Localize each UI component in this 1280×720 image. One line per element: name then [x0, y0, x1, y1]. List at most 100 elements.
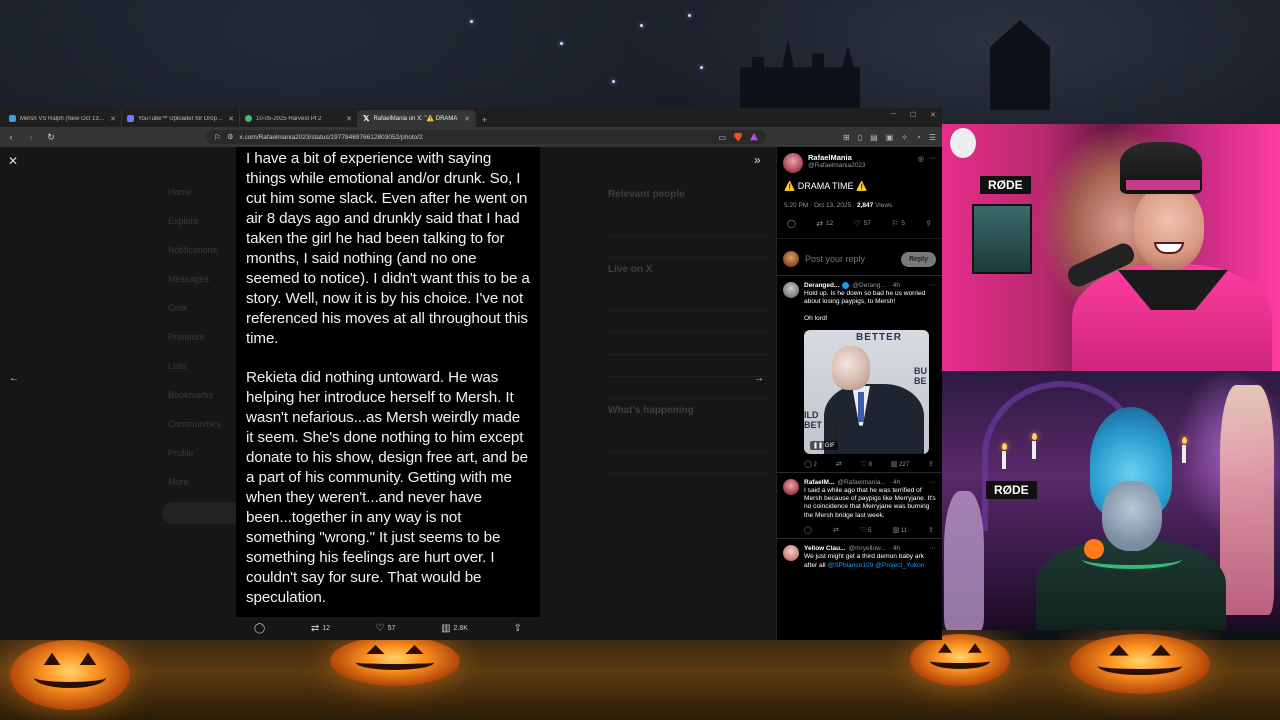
skeleton-figure — [1220, 385, 1274, 615]
share-button[interactable]: ⇪ — [925, 219, 932, 228]
tab-close-icon[interactable]: ✕ — [464, 115, 470, 123]
browser-window: Mersh VS Ralph (New Oct 13th) - Gi ✕ You… — [0, 108, 942, 640]
minimize-icon[interactable]: ─ — [891, 111, 896, 119]
site-settings-icon[interactable]: ⚙ — [227, 133, 233, 141]
more-icon[interactable]: ··· — [929, 545, 936, 552]
tab-mersh-vs-ralph[interactable]: Mersh VS Ralph (New Oct 13th) - Gi ✕ — [4, 110, 122, 127]
reload-icon[interactable]: ↻ — [46, 132, 56, 143]
tweet-timestamp[interactable]: 5:20 PM · Oct 13, 2025 · — [784, 202, 857, 209]
gif-pause-button[interactable]: ❚❚ GIF — [810, 440, 838, 450]
tab-close-icon[interactable]: ✕ — [110, 115, 116, 123]
reply-author-name[interactable]: RafaelM... — [804, 479, 834, 486]
reply-input[interactable]: Post your reply — [805, 254, 895, 264]
repost-button[interactable]: ⇄ 12 — [311, 623, 330, 634]
avatar[interactable] — [783, 545, 799, 562]
more-icon[interactable]: ··· — [929, 282, 936, 289]
maximize-icon[interactable]: ☐ — [910, 111, 916, 119]
share-button[interactable]: ⇪ — [928, 460, 934, 468]
ghost-nav-item: Grok — [168, 302, 188, 313]
back-icon[interactable]: ‹ — [6, 132, 16, 142]
extensions-icon[interactable]: ⊞ — [843, 133, 850, 142]
reply-author-handle[interactable]: @mryellow... — [849, 545, 886, 552]
leo-ai-icon[interactable]: ✧ — [901, 133, 908, 142]
tab-youtube-uploader[interactable]: YouTube™ Uploader for Dropbox, D ✕ — [122, 110, 240, 127]
close-window-icon[interactable]: ✕ — [930, 111, 936, 119]
reply-author-handle[interactable]: @Derang... — [852, 282, 885, 289]
tab-harvest[interactable]: 10-05-2025 Harvest Pt 2 ✕ — [240, 110, 358, 127]
repost-button[interactable]: ⇄ 12 — [816, 219, 833, 228]
views-icon: ▥ — [441, 622, 451, 634]
mention-links[interactable]: @SPblanco109 @Project_Yukon — [827, 562, 924, 569]
views-button[interactable]: ▥ 11 — [892, 526, 907, 534]
like-button[interactable]: ♡ 57 — [853, 219, 870, 228]
share-icon: ⇪ — [928, 527, 934, 535]
reply-time: · 4h — [888, 478, 901, 486]
tab-label: 10-05-2025 Harvest Pt 2 — [256, 115, 322, 122]
reply-author-handle[interactable]: @Rafaelmania... — [837, 479, 886, 486]
grok-icon[interactable]: ◎ — [918, 155, 924, 163]
reading-list-icon[interactable]: ▤ — [870, 133, 878, 142]
brave-rewards-icon[interactable] — [750, 133, 758, 141]
more-icon[interactable]: ··· — [929, 155, 936, 163]
candle-flame — [1032, 433, 1037, 440]
forward-icon[interactable]: › — [26, 132, 36, 142]
reply-gif[interactable]: BETTER BU BE ILD BET ❚❚ GIF — [804, 329, 929, 454]
reply-item[interactable]: Yellow Clau... @mryellow... · 4h ··· We … — [777, 539, 942, 574]
reply-item[interactable]: Deranged... @Derang... · 4h ··· Hold up.… — [777, 276, 942, 473]
like-button[interactable]: ♡ 8 — [861, 460, 872, 468]
more-icon[interactable]: ··· — [929, 479, 936, 486]
views-button[interactable]: ▥ 2.8K — [441, 623, 468, 634]
bookmark-icon[interactable]: ⚐ — [214, 133, 221, 142]
tab-rafaelmania-x[interactable]: 𝕏 RafaelMania on X: "⚠️ DRAMA ✕ — [358, 110, 476, 127]
sidebar-icon[interactable]: ▯ — [858, 133, 862, 142]
profile-icon[interactable]: ◔ — [916, 133, 921, 142]
tab-favicon-icon — [245, 115, 252, 122]
mic-brand-label: RØDE — [980, 176, 1031, 194]
reply-button[interactable]: ◯ — [804, 526, 812, 534]
repost-icon: ⇄ — [816, 219, 823, 228]
new-tab-button[interactable]: + — [476, 115, 493, 127]
share-button[interactable]: ⇪ — [928, 526, 934, 534]
like-button[interactable]: ♡ 5 — [860, 526, 871, 534]
heart-icon: ♡ — [860, 460, 867, 468]
repost-button[interactable]: ⇄ — [833, 526, 839, 534]
tab-close-icon[interactable]: ✕ — [346, 115, 352, 123]
menu-icon[interactable]: ☰ — [929, 133, 936, 142]
reply-author-name[interactable]: Deranged... — [804, 282, 839, 289]
reply-button[interactable]: ◯ — [254, 623, 265, 634]
reply-item[interactable]: RafaelM... @Rafaelmania... · 4h ··· I sa… — [777, 473, 942, 540]
previous-photo-icon[interactable]: ← — [9, 373, 19, 384]
photo-paragraph: Rekieta did nothing untoward. He was hel… — [246, 369, 528, 606]
author-name[interactable]: RafaelMania — [808, 153, 866, 162]
share-button[interactable]: ⇪ — [514, 623, 522, 634]
wallet-icon[interactable]: ▣ — [886, 133, 894, 142]
author-handle[interactable]: @Rafaelmania2023 — [808, 162, 866, 169]
views-icon: ▥ — [892, 527, 900, 535]
tab-label: YouTube™ Uploader for Dropbox, D — [138, 115, 224, 122]
views-icon: ▥ — [890, 460, 898, 468]
screen-cast-icon[interactable]: ▭ — [718, 133, 726, 142]
ghost-row — [608, 289, 768, 311]
bookmark-count: 5 — [901, 220, 905, 227]
like-button[interactable]: ♡ 57 — [376, 623, 396, 634]
avatar[interactable] — [783, 153, 803, 173]
ghost-nav-item: More — [168, 476, 189, 487]
close-photo-icon[interactable]: ✕ — [8, 154, 18, 168]
reply-author-name[interactable]: Yellow Clau... — [804, 545, 846, 552]
bookmark-button[interactable]: ⚐ 5 — [891, 219, 905, 228]
url-field[interactable]: ⚐ ⚙ x.com/Rafaelmania2023/status/1977846… — [206, 130, 766, 144]
views-button[interactable]: ▥ 227 — [891, 460, 909, 468]
avatar[interactable] — [783, 282, 799, 298]
reply-button[interactable]: ◯ — [787, 219, 796, 228]
heart-icon: ♡ — [860, 527, 867, 535]
repost-button[interactable]: ⇄ — [836, 460, 842, 468]
gif-label: GIF — [824, 442, 835, 449]
tweet-text: ⚠️ DRAMA TIME ⚠️ — [784, 181, 868, 191]
reply-submit-button[interactable]: Reply — [900, 251, 936, 267]
collapse-sidebar-icon[interactable]: » — [754, 153, 761, 167]
brave-shield-icon[interactable] — [734, 132, 742, 142]
avatar[interactable] — [783, 478, 799, 495]
next-photo-icon[interactable]: → — [754, 373, 764, 384]
tab-close-icon[interactable]: ✕ — [228, 115, 234, 123]
reply-button[interactable]: ◯ 2 — [804, 460, 817, 468]
